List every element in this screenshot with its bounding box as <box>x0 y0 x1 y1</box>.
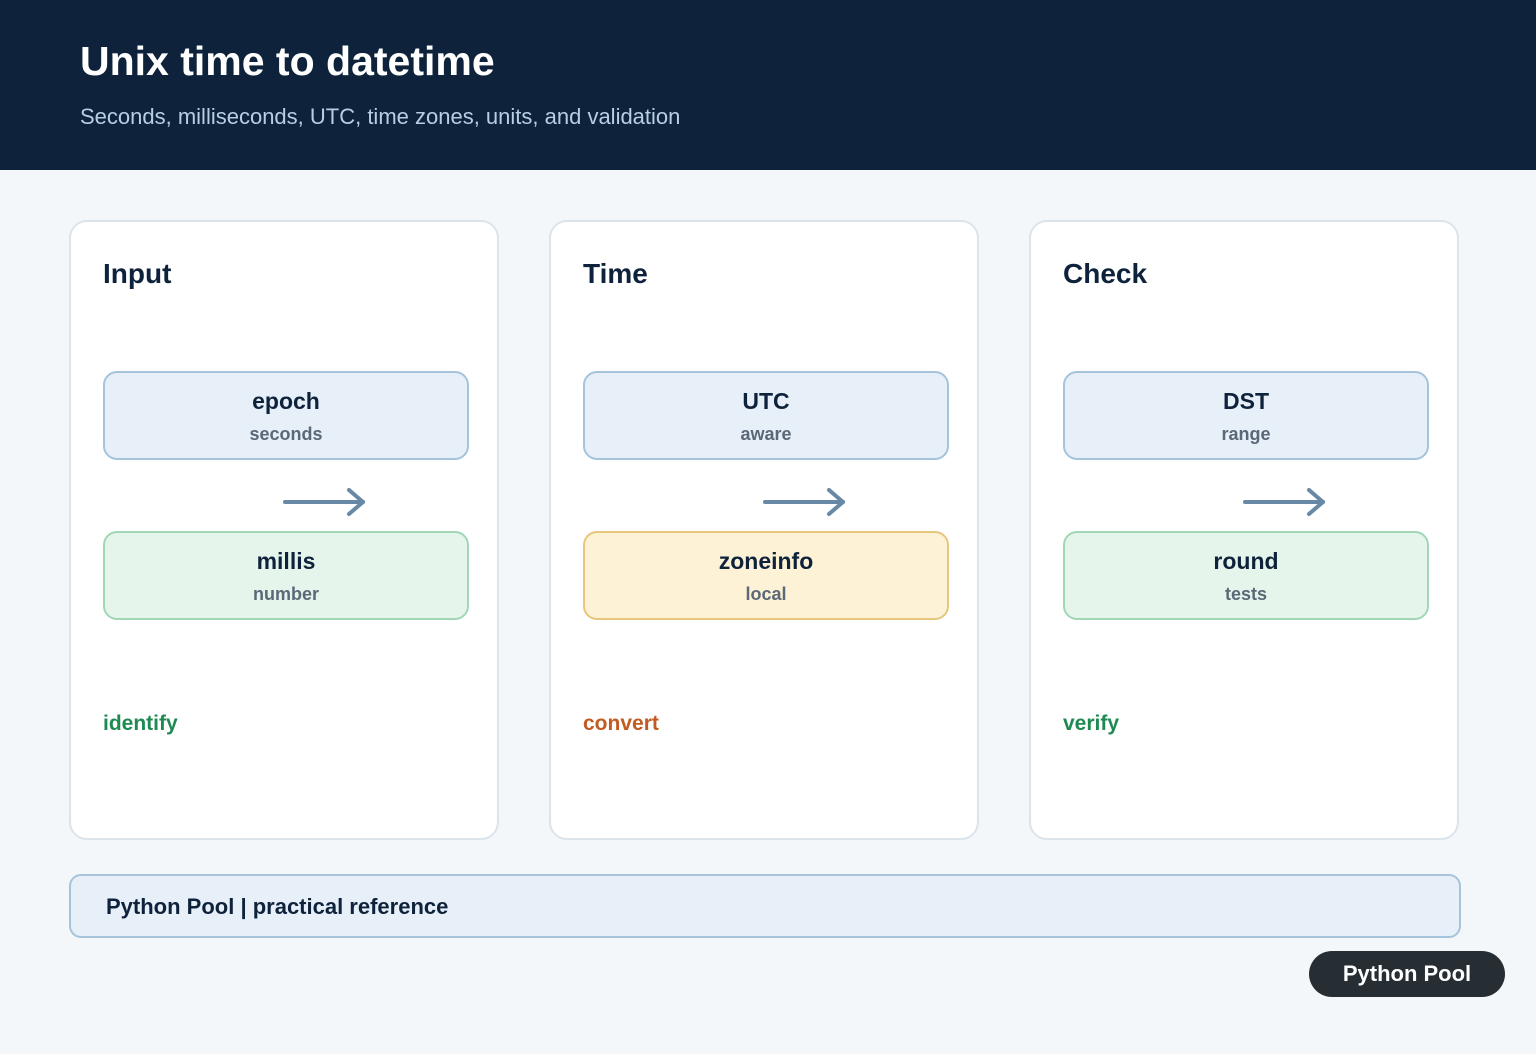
brand-badge[interactable]: Python Pool <box>1309 951 1505 997</box>
panel-time: Time UTC aware zoneinfo local convert <box>549 220 979 840</box>
node-sublabel: tests <box>1224 584 1268 604</box>
footer-text: Python Pool | practical reference <box>106 894 449 919</box>
node-sublabel: seconds <box>249 424 323 444</box>
arrow-right-icon <box>1243 488 1325 516</box>
node-label: millis <box>256 548 316 574</box>
arrow-right-icon <box>763 488 845 516</box>
action-label: identify <box>103 712 178 735</box>
node-label: round <box>1213 548 1279 574</box>
node-epoch: epoch seconds <box>103 371 469 460</box>
node-label: epoch <box>252 388 320 414</box>
node-round: round tests <box>1063 531 1429 620</box>
panel-title: Input <box>103 258 172 289</box>
node-sublabel: local <box>745 584 787 604</box>
node-label: zoneinfo <box>718 548 814 574</box>
page-subtitle: Seconds, milliseconds, UTC, time zones, … <box>80 104 681 129</box>
node-sublabel: aware <box>740 424 792 444</box>
arrow-right-icon <box>283 488 365 516</box>
action-label: convert <box>583 712 659 735</box>
panel-title: Check <box>1063 258 1148 289</box>
node-label: DST <box>1223 388 1269 414</box>
panel-input: Input epoch seconds millis number identi… <box>69 220 499 840</box>
node-sublabel: number <box>252 584 319 604</box>
panel-check: Check DST range round tests verify <box>1029 220 1459 840</box>
node-zoneinfo: zoneinfo local <box>583 531 949 620</box>
panel-title: Time <box>583 258 648 289</box>
action-label: verify <box>1063 712 1120 735</box>
node-utc: UTC aware <box>583 371 949 460</box>
node-sublabel: range <box>1221 424 1271 444</box>
header: Unix time to datetime Seconds, milliseco… <box>0 0 1536 170</box>
page-title: Unix time to datetime <box>80 38 495 84</box>
node-millis: millis number <box>103 531 469 620</box>
node-label: UTC <box>742 388 790 414</box>
node-dst: DST range <box>1063 371 1429 460</box>
footer-bar: Python Pool | practical reference <box>69 874 1461 938</box>
